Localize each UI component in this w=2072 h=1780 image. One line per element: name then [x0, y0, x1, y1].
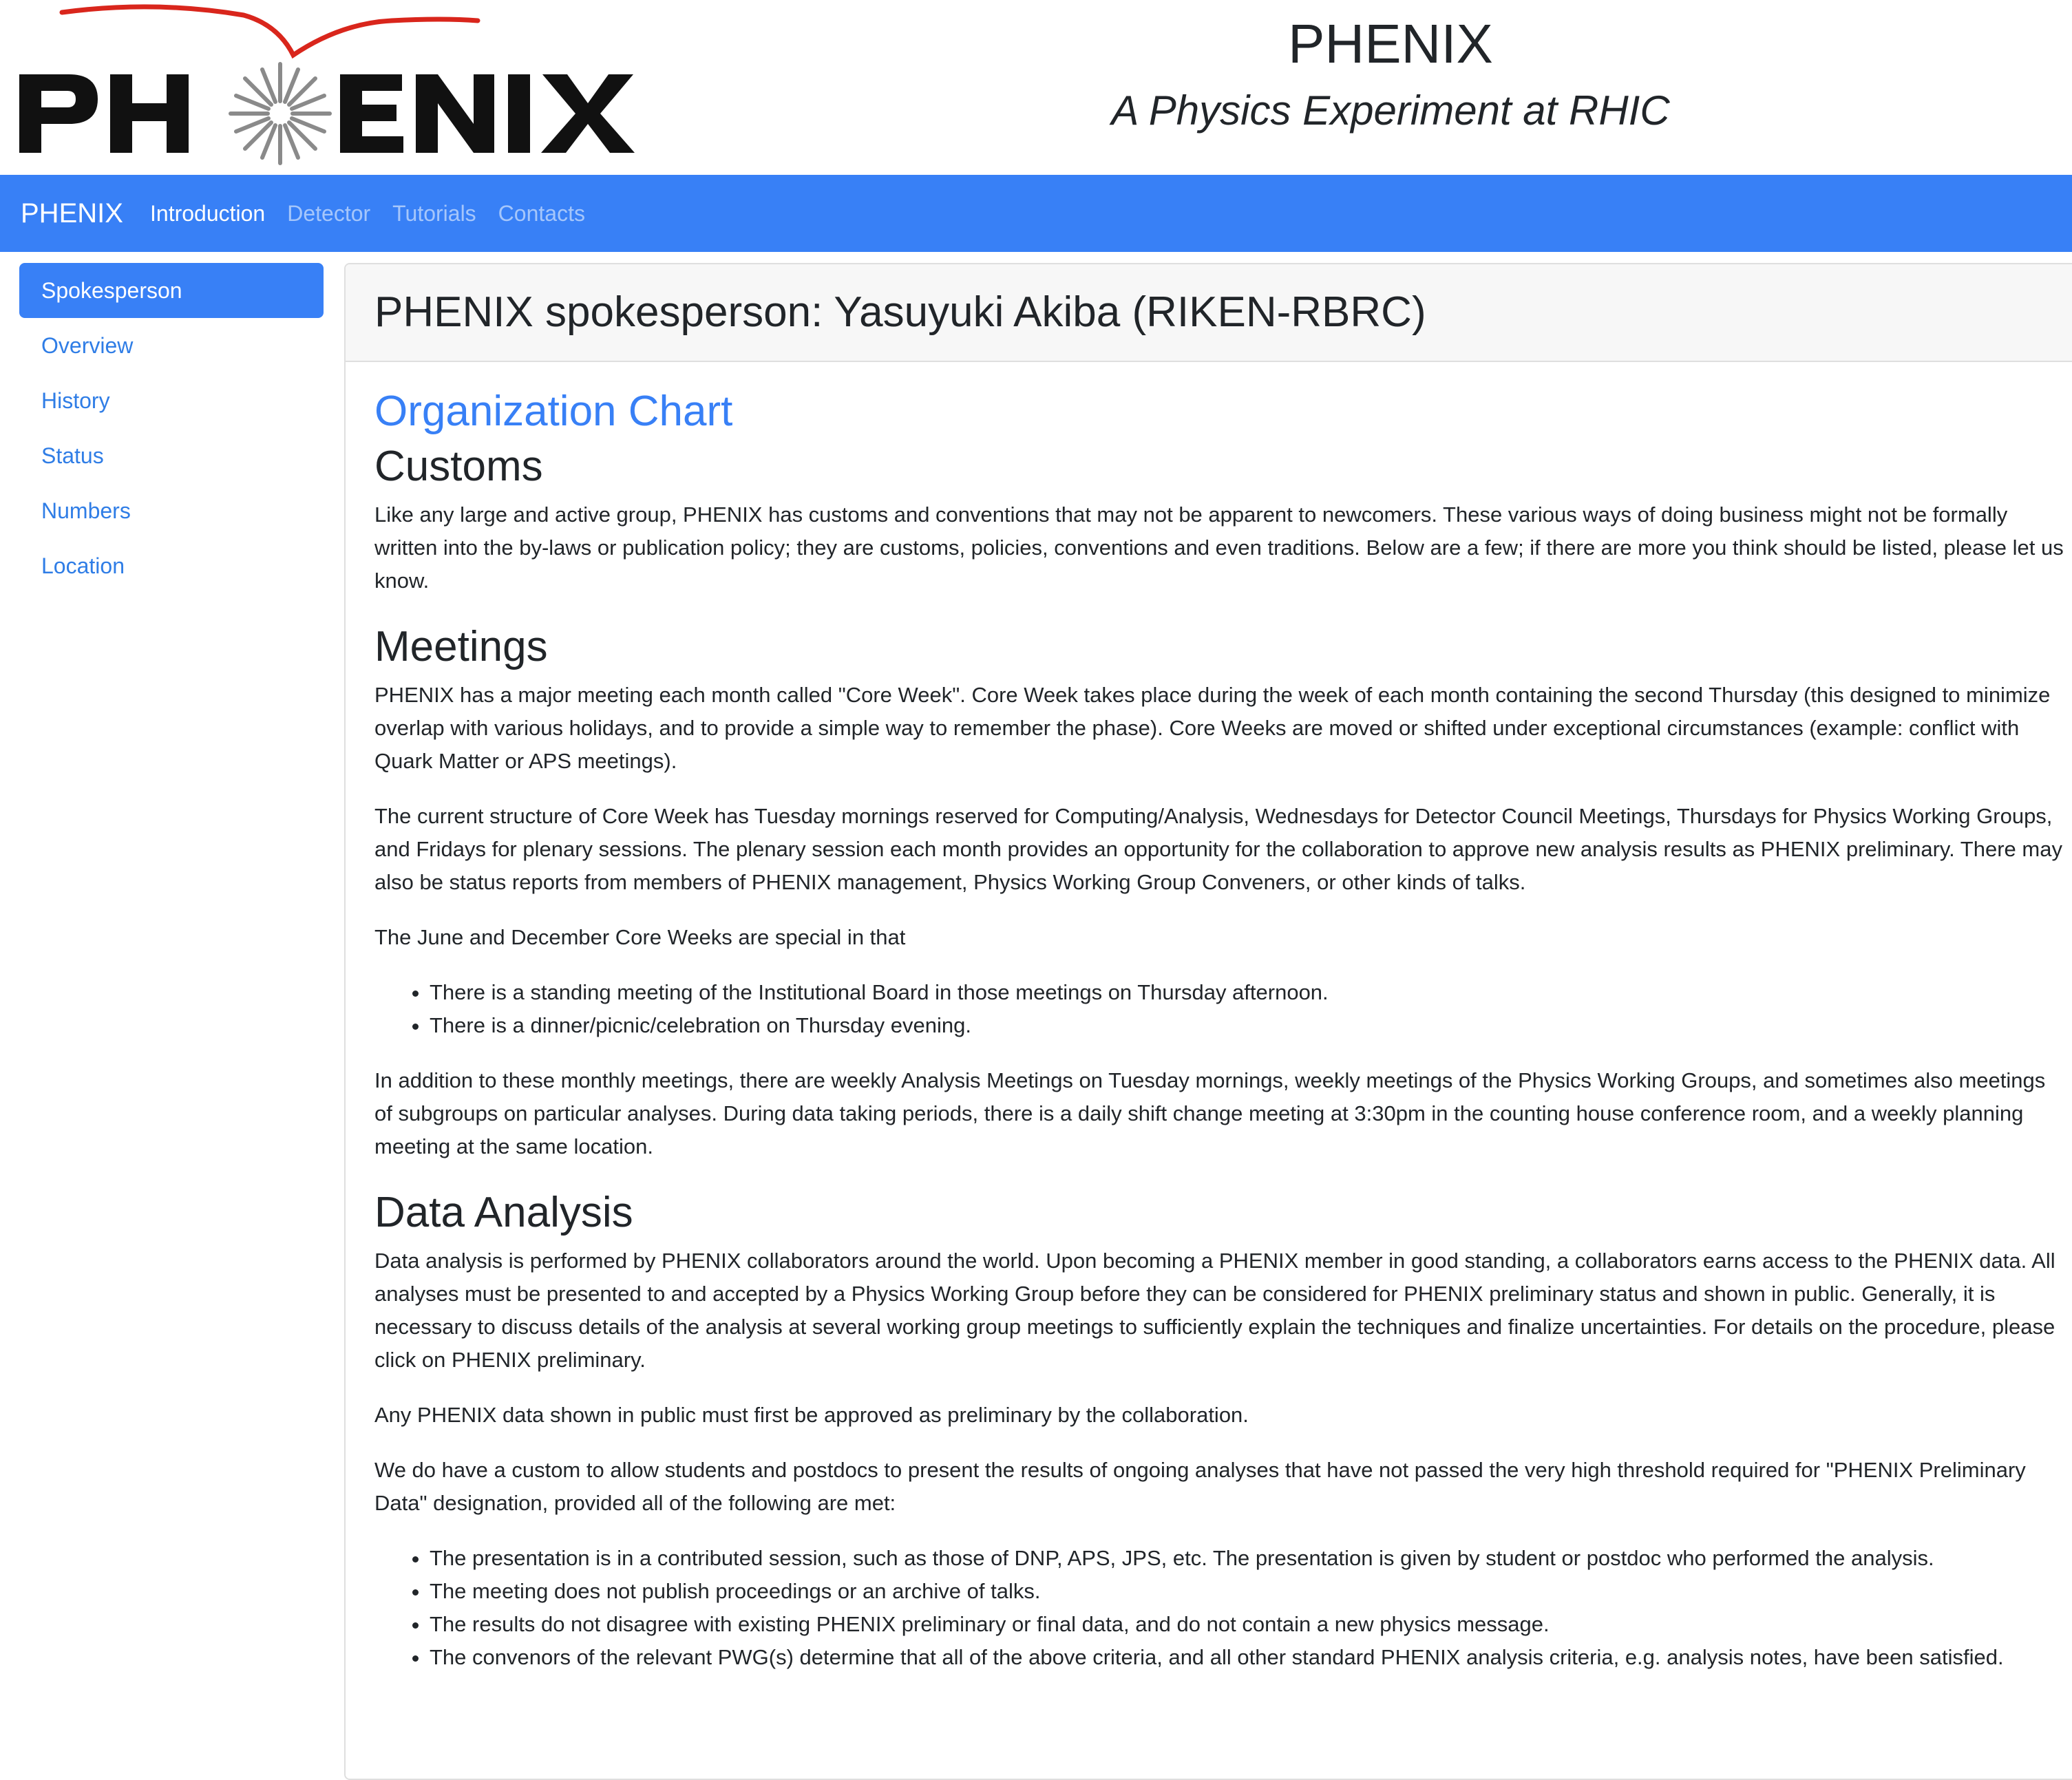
sidebar-entry: Status [19, 428, 324, 483]
sidebar-entry: Numbers [19, 483, 324, 538]
spokesperson-heading: PHENIX spokesperson: Yasuyuki Akiba (RIK… [374, 288, 1426, 336]
list-item: The convenors of the relevant PWG(s) det… [430, 1641, 2068, 1674]
nav-item-introduction: Introduction [150, 175, 265, 252]
list-item: There is a dinner/picnic/celebration on … [430, 1009, 2068, 1042]
sidebar-item-location[interactable]: Location [19, 538, 324, 593]
sidebar-item-overview[interactable]: Overview [19, 318, 324, 373]
organization-chart-link[interactable]: Organization Chart [374, 384, 2068, 439]
nav-link-tutorials[interactable]: Tutorials [392, 201, 476, 226]
list-item: There is a standing meeting of the Insti… [430, 976, 2068, 1009]
sidebar-item-spokesperson[interactable]: Spokesperson [19, 263, 324, 318]
list-item: The meeting does not publish proceedings… [430, 1575, 2068, 1608]
list-item: The results do not disagree with existin… [430, 1608, 2068, 1641]
meetings-paragraph-2: The current structure of Core Week has T… [374, 804, 2062, 894]
nav-links: Introduction Detector Tutorials Contacts [150, 175, 585, 252]
list-item: The presentation is in a contributed ses… [430, 1542, 2068, 1575]
sidebar-nav: Spokesperson Overview History Status Num… [19, 263, 324, 593]
navbar-brand[interactable]: PHENIX [21, 175, 123, 252]
meetings-paragraph-4: In addition to these monthly meetings, t… [374, 1068, 2046, 1158]
sidebar-entry: History [19, 373, 324, 428]
nav-link-introduction[interactable]: Introduction [150, 201, 265, 226]
meetings-heading: Meetings [374, 623, 548, 670]
data-analysis-paragraph-1: Data analysis is performed by PHENIX col… [374, 1249, 2055, 1372]
data-analysis-heading: Data Analysis [374, 1189, 633, 1236]
sidebar-item-numbers[interactable]: Numbers [19, 483, 324, 538]
meetings-paragraph-3: The June and December Core Weeks are spe… [374, 925, 906, 949]
meetings-paragraph-1: PHENIX has a major meeting each month ca… [374, 683, 2051, 773]
data-analysis-paragraph-2: Any PHENIX data shown in public must fir… [374, 1403, 1249, 1427]
main-card: PHENIX spokesperson: Yasuyuki Akiba (RIK… [344, 263, 2072, 1780]
data-analysis-paragraph-3: We do have a custom to allow students an… [374, 1458, 2026, 1515]
sidebar-entry: Location [19, 538, 324, 593]
site-subtitle: A Physics Experiment at RHIC [1111, 87, 1670, 134]
core-week-special-list: There is a standing meeting of the Insti… [374, 976, 2068, 1042]
customs-heading: Customs [374, 443, 543, 490]
nav-item-contacts: Contacts [498, 175, 585, 252]
site-title: PHENIX [1288, 13, 1493, 74]
sidebar-item-status[interactable]: Status [19, 428, 324, 483]
sidebar-item-history[interactable]: History [19, 373, 324, 428]
nav-item-detector: Detector [287, 175, 370, 252]
card-body: Organization Chart Customs Like any larg… [346, 362, 2068, 1674]
card-header: PHENIX spokesperson: Yasuyuki Akiba (RIK… [346, 264, 2072, 362]
sidebar-entry: Spokesperson [19, 263, 324, 318]
nav-link-detector[interactable]: Detector [287, 201, 370, 226]
preliminary-criteria-list: The presentation is in a contributed ses… [374, 1542, 2068, 1674]
nav-link-contacts[interactable]: Contacts [498, 201, 585, 226]
customs-paragraph: Like any large and active group, PHENIX … [374, 502, 2064, 593]
sidebar-entry: Overview [19, 318, 324, 373]
top-navbar: PHENIX Introduction Detector Tutorials C… [0, 175, 2072, 252]
nav-item-tutorials: Tutorials [392, 175, 476, 252]
site-header: PHENIX A Physics Experiment at RHIC [0, 0, 2072, 175]
phenix-logo[interactable] [17, 0, 643, 165]
